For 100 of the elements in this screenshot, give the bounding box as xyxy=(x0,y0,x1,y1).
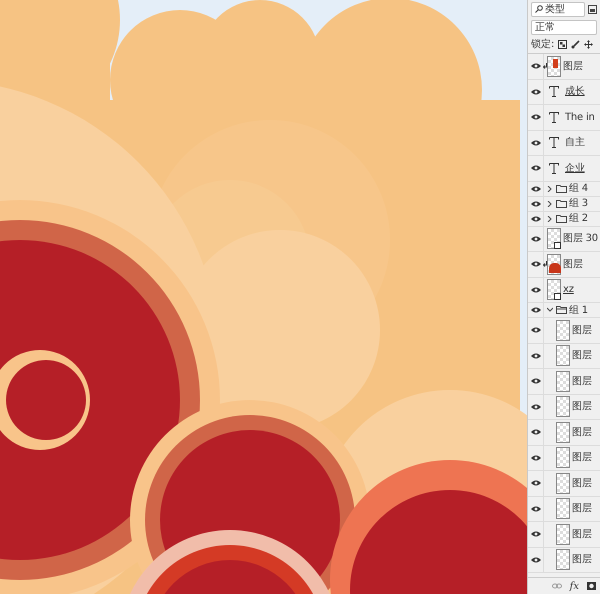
folder-icon xyxy=(556,306,567,314)
layer-row[interactable]: 图层 xyxy=(528,420,600,446)
layer-name: 组 3 xyxy=(569,197,588,211)
text-layer-icon xyxy=(549,112,559,123)
eye-icon[interactable] xyxy=(530,506,540,512)
layer-row[interactable]: xz xyxy=(528,278,600,303)
layer-thumbnail xyxy=(556,549,570,570)
lock-label: 锁定: xyxy=(531,38,554,52)
eye-icon[interactable] xyxy=(530,88,540,95)
eye-icon[interactable] xyxy=(530,429,540,436)
eye-icon[interactable] xyxy=(530,531,540,538)
layer-name: 自主 xyxy=(565,136,585,150)
eye-icon[interactable] xyxy=(530,480,540,486)
layer-row[interactable]: 组 4 xyxy=(528,182,600,196)
blend-mode-dropdown[interactable]: 正常 xyxy=(531,20,597,34)
layer-thumbnail xyxy=(556,320,570,341)
layer-thumbnail xyxy=(556,447,570,468)
layer-row[interactable]: The in xyxy=(528,105,600,130)
layer-name: 组 4 xyxy=(569,182,588,196)
layer-row[interactable]: 图层 xyxy=(528,446,600,471)
layer-thumbnail xyxy=(556,345,570,366)
layer-name: 图层 xyxy=(572,553,592,568)
layer-row[interactable]: 组 2 xyxy=(528,212,600,226)
layer-row[interactable]: 图层 xyxy=(528,471,600,496)
layer-name: 图层 xyxy=(572,476,592,491)
layer-row[interactable]: 自主 xyxy=(528,130,600,156)
layer-row[interactable]: 组 1 xyxy=(528,303,600,318)
layer-thumbnail xyxy=(547,56,561,77)
eye-icon[interactable] xyxy=(530,404,540,410)
layer-thumbnail xyxy=(556,422,570,443)
layer-row[interactable]: 图层 xyxy=(528,344,600,369)
eye-icon[interactable] xyxy=(530,286,540,293)
caret-right-icon[interactable] xyxy=(547,216,553,222)
brush-icon[interactable] xyxy=(571,40,580,49)
layer-row[interactable]: 图层 xyxy=(528,369,600,394)
caret-down-icon[interactable] xyxy=(547,307,553,313)
eye-icon[interactable] xyxy=(530,140,540,146)
eye-icon[interactable] xyxy=(530,165,540,172)
layer-row[interactable]: 组 3 xyxy=(528,196,600,212)
layer-row[interactable]: 图层 30 xyxy=(528,226,600,252)
caret-right-icon[interactable] xyxy=(547,186,553,192)
eye-icon[interactable] xyxy=(530,63,540,70)
folder-icon xyxy=(556,200,567,208)
layer-name: 企业 xyxy=(565,162,585,176)
layer-row[interactable]: 图层 xyxy=(528,548,600,573)
layer-thumbnail xyxy=(556,498,570,520)
fx-button[interactable]: fx xyxy=(570,578,579,594)
text-layer-icon xyxy=(549,86,559,98)
eye-icon[interactable] xyxy=(530,352,540,359)
layer-thumbnail xyxy=(556,370,570,392)
layer-name: 组 2 xyxy=(569,212,588,226)
search-icon xyxy=(535,5,543,13)
layer-thumbnail xyxy=(556,396,570,418)
image-filter-icon[interactable] xyxy=(588,4,597,14)
layer-name: 图层 xyxy=(572,426,592,440)
eye-icon[interactable] xyxy=(530,261,540,268)
layer-name: 图层 xyxy=(572,324,592,338)
eye-icon[interactable] xyxy=(530,454,540,461)
layer-name: 组 1 xyxy=(569,304,588,318)
layer-row[interactable]: 图层 xyxy=(528,318,600,344)
layer-row[interactable]: 图层 xyxy=(528,522,600,548)
mask-icon[interactable] xyxy=(587,582,596,590)
eye-icon[interactable] xyxy=(530,216,540,222)
eye-icon[interactable] xyxy=(530,114,540,120)
eye-icon[interactable] xyxy=(530,556,540,563)
layer-row[interactable]: 图层 xyxy=(528,252,600,278)
layer-name: 图层 xyxy=(572,451,592,466)
folder-icon xyxy=(556,214,567,222)
text-layer-icon xyxy=(549,137,559,148)
layer-row[interactable]: 图层 xyxy=(528,54,600,80)
layer-row[interactable]: 图层 xyxy=(528,496,600,522)
caret-right-icon[interactable] xyxy=(547,200,553,206)
layer-row[interactable]: 企业 xyxy=(528,156,600,182)
layer-name: The in xyxy=(565,110,595,125)
layer-row[interactable]: 成长 xyxy=(528,80,600,105)
layer-name: 图层 xyxy=(563,60,583,74)
layer-row[interactable]: 图层 xyxy=(528,394,600,420)
layer-name: 图层 xyxy=(563,258,583,272)
text-layer-icon xyxy=(549,162,559,174)
eye-icon[interactable] xyxy=(530,327,540,334)
eye-icon[interactable] xyxy=(530,200,540,206)
layer-name: 图层 xyxy=(572,502,592,516)
checker-lock-icon[interactable] xyxy=(558,40,568,49)
layer-name: 图层 xyxy=(572,374,592,389)
layer-name: 图层 xyxy=(572,349,592,364)
layer-name: xz xyxy=(563,283,574,298)
eye-icon[interactable] xyxy=(530,307,540,313)
layer-name: 图层 xyxy=(572,400,592,414)
eye-icon[interactable] xyxy=(530,378,540,384)
filter-dropdown[interactable]: 类型 xyxy=(531,2,585,16)
eye-icon[interactable] xyxy=(530,186,540,192)
layer-thumbnail xyxy=(556,524,570,545)
eye-icon[interactable] xyxy=(530,236,540,242)
layer-thumbnail xyxy=(547,254,561,275)
folder-icon xyxy=(556,184,567,192)
layer-thumbnail xyxy=(547,279,561,300)
layer-name: 图层 xyxy=(572,528,592,542)
layer-thumbnail xyxy=(556,472,570,494)
move-icon[interactable] xyxy=(584,40,594,49)
layer-thumbnail xyxy=(547,228,561,250)
